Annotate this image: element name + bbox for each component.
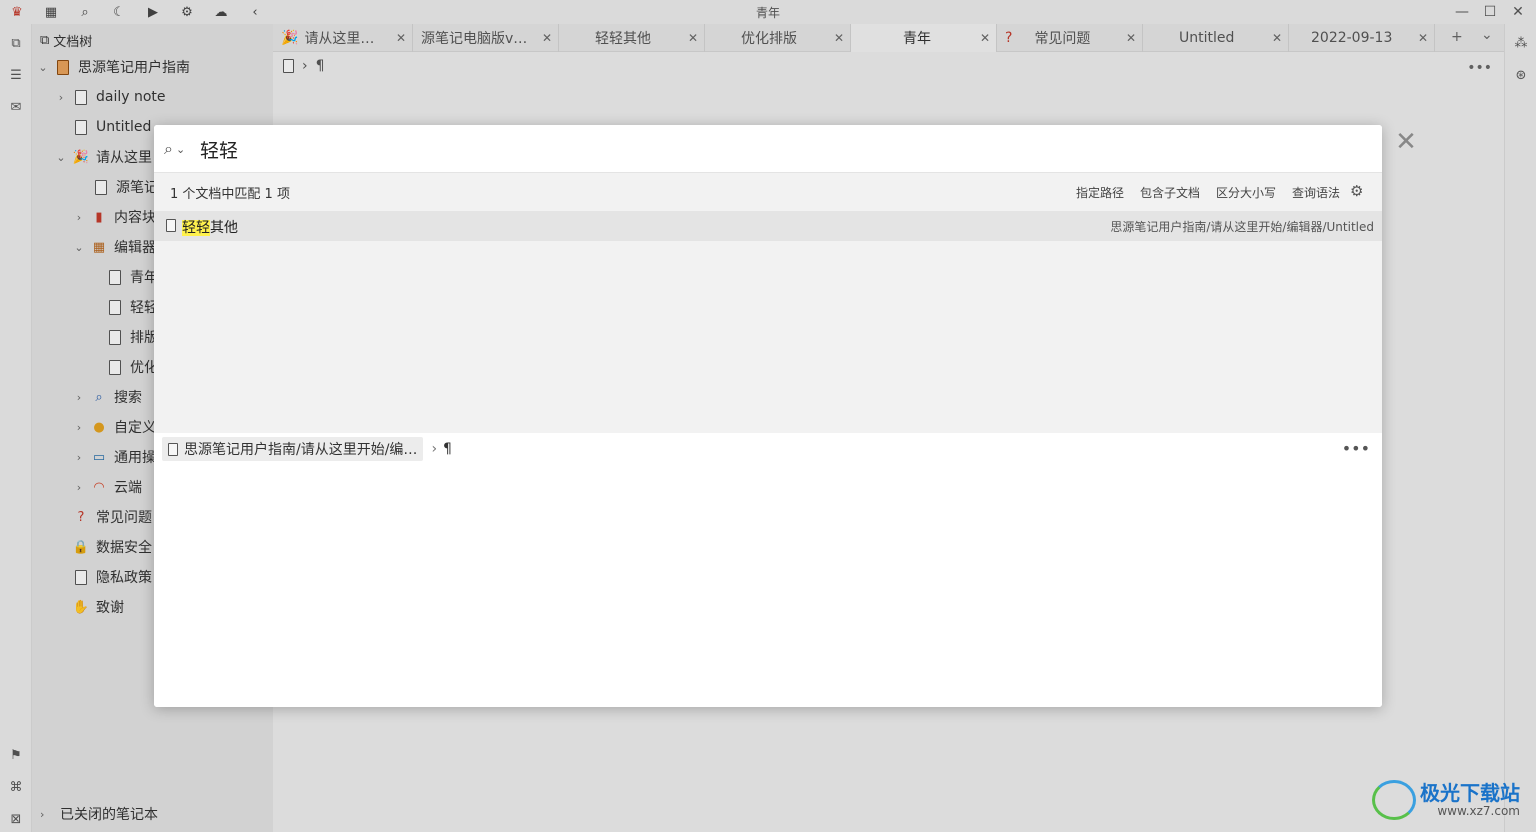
search-preview: 思源笔记用户指南/请从这里开始/编… › ¶ •••	[154, 433, 1382, 707]
search-results: 轻轻其他 思源笔记用户指南/请从这里开始/编辑器/Untitled	[154, 211, 1382, 433]
search-status-bar: 1 个文档中匹配 1 项 指定路径 包含子文档 区分大小写 查询语法 ⚙	[154, 173, 1382, 211]
result-title-rest: 其他	[210, 220, 238, 236]
gear-icon[interactable]: ⚙	[1350, 182, 1363, 200]
search-bar: ⌕ ⌄	[154, 125, 1382, 173]
preview-more-icon[interactable]: •••	[1342, 439, 1370, 458]
document-icon	[168, 442, 178, 456]
search-result-row[interactable]: 轻轻其他 思源笔记用户指南/请从这里开始/编辑器/Untitled	[154, 211, 1382, 241]
watermark-logo-icon	[1372, 780, 1416, 820]
match-count: 1 个文档中匹配 1 项	[170, 187, 290, 202]
specify-path-option[interactable]: 指定路径	[1076, 184, 1124, 201]
watermark: 极光下载站 www.xz7.com	[1372, 780, 1520, 820]
pilcrow-icon[interactable]: ¶	[443, 441, 452, 457]
search-type-icon[interactable]: ⌕ ⌄	[164, 139, 196, 159]
result-title-highlight: 轻轻	[182, 220, 210, 236]
chevron-down-icon[interactable]: ⌄	[176, 143, 185, 156]
result-title: 轻轻其他	[182, 217, 238, 237]
query-syntax-option[interactable]: 查询语法	[1292, 184, 1340, 201]
preview-breadcrumb-doc[interactable]: 思源笔记用户指南/请从这里开始/编…	[162, 437, 424, 461]
preview-breadcrumb-path: 思源笔记用户指南/请从这里开始/编…	[184, 442, 418, 458]
watermark-url: www.xz7.com	[1437, 804, 1520, 818]
document-icon	[166, 219, 176, 232]
search-dialog: ⌕⌄ 1 个文档中匹配 1 项 指定路径 包含子文档 区分大小写 查询语法 ⚙ …	[154, 125, 1382, 707]
preview-breadcrumb: 思源笔记用户指南/请从这里开始/编… › ¶	[162, 437, 452, 461]
case-sensitive-option[interactable]: 区分大小写	[1216, 184, 1276, 201]
include-children-option[interactable]: 包含子文档	[1140, 184, 1200, 201]
watermark-brand: 极光下载站	[1420, 781, 1520, 805]
search-input[interactable]	[200, 135, 1360, 163]
result-path: 思源笔记用户指南/请从这里开始/编辑器/Untitled	[1110, 220, 1374, 234]
close-dialog-icon[interactable]: ✕	[1394, 129, 1418, 155]
chevron-right-icon: ›	[431, 441, 438, 457]
